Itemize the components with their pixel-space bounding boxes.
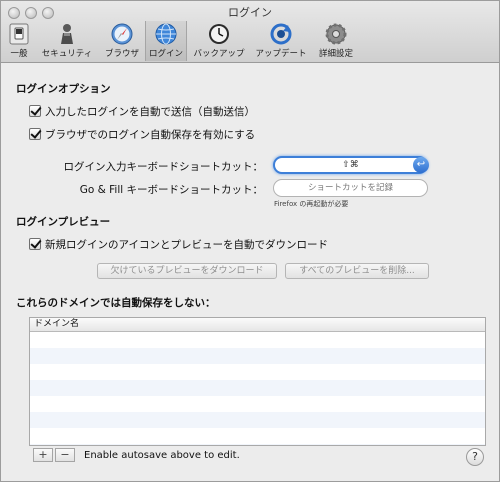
return-icon[interactable]: ↩ — [413, 157, 429, 173]
toolbar-item-security[interactable]: セキュリティ — [38, 21, 96, 61]
compass-icon — [111, 23, 133, 45]
fill-shortcut-field[interactable]: ⇧⌘ — [273, 156, 428, 174]
toolbar-item-browser[interactable]: ブラウザ — [101, 21, 143, 61]
table-row — [30, 396, 485, 412]
auto-download-option[interactable]: 新規ログインのアイコンとプレビューを自動でダウンロード — [29, 237, 328, 251]
gear-icon — [325, 23, 347, 45]
window-title: ログイン — [228, 6, 272, 19]
footer-status-text: Enable autosave above to edit. — [84, 450, 240, 461]
clock-icon — [209, 24, 229, 44]
preferences-window: ログイン 一般 セキュリティ ブラウザ ログイン バックアップ アップデート 詳… — [0, 0, 500, 482]
toolbar-label-update: アップデート — [255, 49, 307, 59]
remove-domain-button[interactable]: − — [55, 448, 75, 462]
login-preview-title: ログインプレビュー — [16, 216, 111, 228]
download-missing-previews-button[interactable]: 欠けているプレビューをダウンロード — [97, 263, 277, 279]
update-icon — [270, 23, 292, 45]
toolbar-label-advanced: 詳細設定 — [318, 49, 353, 59]
delete-all-previews-button[interactable]: すべてのプレビューを削除... — [285, 263, 429, 279]
table-row — [30, 428, 485, 444]
toolbar-item-login[interactable]: ログイン — [145, 21, 187, 61]
table-row — [30, 364, 485, 380]
browser-autosave-checkbox[interactable] — [29, 128, 41, 140]
fill-shortcut-label: ログイン入力キーボードショートカット： — [63, 161, 264, 173]
table-row — [30, 444, 485, 445]
toolbar-item-update[interactable]: アップデート — [252, 21, 310, 61]
toolbar-label-login: ログイン — [148, 49, 183, 59]
help-button[interactable]: ? — [466, 448, 484, 466]
add-domain-button[interactable]: + — [33, 448, 53, 462]
gofill-shortcut-label: Go & Fill キーボードショートカット： — [79, 184, 263, 196]
toolbar-item-general[interactable]: 一般 — [4, 21, 34, 61]
globe-icon — [155, 23, 177, 45]
domain-table-body — [30, 332, 485, 445]
toolbar-label-backup: バックアップ — [193, 49, 245, 59]
toolbar-item-advanced[interactable]: 詳細設定 — [314, 21, 358, 61]
toolbar-item-backup[interactable]: バックアップ — [191, 21, 247, 61]
gofill-shortcut-field[interactable]: ショートカットを記録 — [273, 179, 428, 197]
table-row — [30, 412, 485, 428]
auto-submit-checkbox[interactable] — [29, 105, 41, 117]
table-row — [30, 332, 485, 348]
auto-submit-label: 入力したログインを自動で送信（自動送信） — [45, 105, 255, 118]
auto-submit-option[interactable]: 入力したログインを自動で送信（自動送信） — [29, 104, 255, 118]
table-row — [30, 348, 485, 364]
security-icon — [61, 24, 73, 44]
table-row — [30, 380, 485, 396]
switch-icon — [9, 23, 29, 45]
title-bar: ログイン 一般 セキュリティ ブラウザ ログイン バックアップ アップデート 詳… — [1, 1, 499, 63]
auto-download-label: 新規ログインのアイコンとプレビューを自動でダウンロード — [45, 238, 328, 251]
browser-autosave-option[interactable]: ブラウザでのログイン自動保存を有効にする — [29, 127, 255, 141]
toolbar-label-general: 一般 — [10, 49, 28, 59]
restart-note: Firefox の再起動が必要 — [274, 200, 349, 208]
browser-autosave-label: ブラウザでのログイン自動保存を有効にする — [45, 128, 256, 141]
toolbar-label-browser: ブラウザ — [104, 49, 139, 59]
toolbar-label-security: セキュリティ — [41, 49, 93, 59]
auto-download-checkbox[interactable] — [29, 238, 41, 250]
domains-title: これらのドメインでは自動保存をしない： — [16, 297, 216, 309]
domain-table[interactable]: ドメイン名 — [29, 317, 486, 446]
login-options-title: ログインオプション — [16, 83, 111, 95]
domain-column-header[interactable]: ドメイン名 — [30, 318, 485, 332]
